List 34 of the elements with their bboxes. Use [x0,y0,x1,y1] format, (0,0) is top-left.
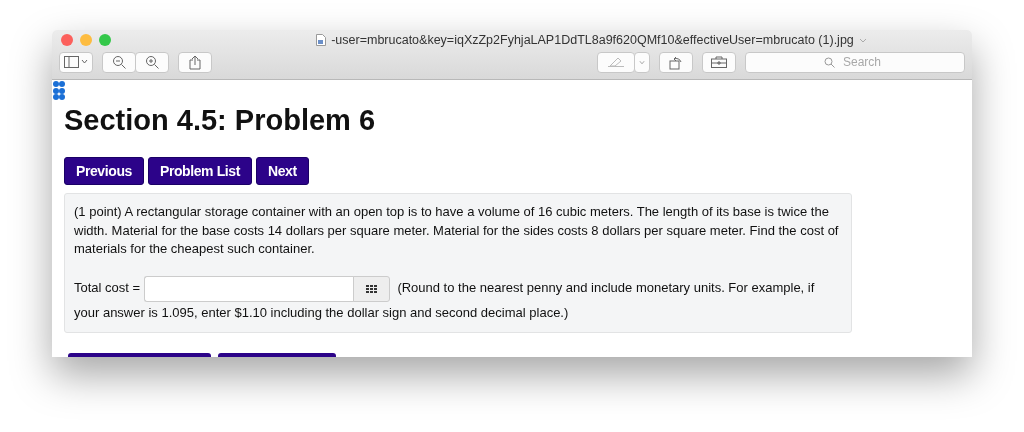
nav-button[interactable]: Previous [64,157,144,185]
chevron-icon[interactable] [858,37,867,43]
nav-button[interactable]: Problem List [147,157,252,185]
window-title: -user=mbrucato&key=iqXzZp2FyhjaLAP1DdTL8a9f620QMf10&effectiveUser=mbrucato (1).jpg [331,33,854,47]
markup-button[interactable] [597,51,635,73]
file-icon [316,34,327,46]
minimize-button[interactable] [80,34,92,46]
answer-note: (Round to the nearest penny and include monetary units. For example, if [397,279,815,295]
dropdown-button[interactable] [634,51,650,73]
problem-text: (1 point) A rectangular storage container with an open top is to have a volume of 16 cubic meters. The length of its base is twice the width. Material for the base costs 14 dollars per square meter. Material for the sides costs 8 dollars per square meter. Find the cost of materials for the cheapest such container. [74,203,840,258]
zoom-in-icon [145,55,159,69]
grid-icon [365,284,377,293]
share-button[interactable] [178,51,212,73]
toolbox-button[interactable] [702,51,736,73]
rotate-button[interactable] [659,51,693,73]
nav-button[interactable]: Next [255,157,309,185]
sidebar-button[interactable] [59,51,93,73]
answer-note: your answer is 1.095, enter $1.10 including the dollar sign and second decimal place.) [74,304,569,320]
close-button[interactable] [61,34,73,46]
search-field[interactable]: Search [745,51,965,73]
share-icon [189,54,201,70]
search-icon [824,56,835,68]
zoom-out-icon [112,55,126,69]
zoom-in-button[interactable] [135,51,169,73]
rotate-icon [669,54,683,70]
answer-field[interactable] [143,275,357,302]
zoom-out-button[interactable] [102,51,136,73]
logo-icon [52,80,66,100]
toolbox-icon [711,56,727,68]
answer-label: Total cost = [74,279,141,295]
zoom-button[interactable] [99,34,111,46]
pen-icon [608,57,624,67]
caret-icon [639,59,645,65]
page-heading: Section 4.5: Problem 6 [64,104,377,137]
